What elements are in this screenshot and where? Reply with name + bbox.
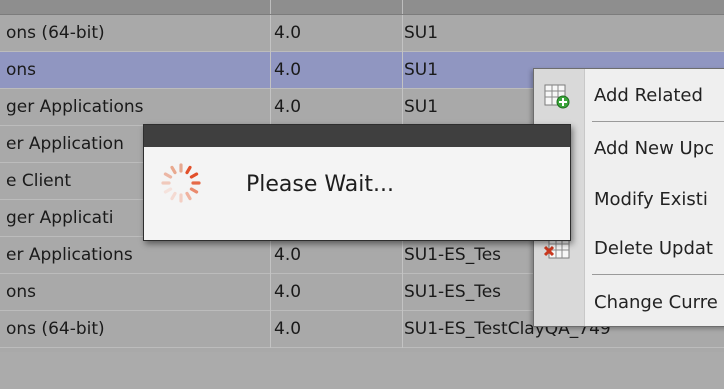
cell-name: ons (64-bit) bbox=[6, 23, 105, 43]
column-separator bbox=[270, 237, 271, 274]
table-header-strip bbox=[0, 0, 724, 15]
add-related-grid-icon bbox=[543, 82, 571, 110]
menu-divider bbox=[592, 121, 724, 122]
cell-version: 4.0 bbox=[274, 245, 302, 265]
cell-version: 4.0 bbox=[274, 282, 302, 302]
table-row[interactable]: ons (64-bit) 4.0 SU1 bbox=[0, 15, 724, 52]
cell-service-pack: SU1 bbox=[404, 23, 439, 43]
column-separator bbox=[402, 274, 403, 311]
please-wait-dialog: Please Wait... bbox=[143, 124, 571, 241]
menu-item-add-related[interactable]: Add Related bbox=[534, 73, 724, 119]
cell-version: 4.0 bbox=[274, 319, 302, 339]
column-separator bbox=[402, 237, 403, 274]
column-separator bbox=[270, 311, 271, 348]
column-separator bbox=[402, 52, 403, 89]
column-separator bbox=[270, 15, 271, 52]
cell-name: ons bbox=[6, 60, 37, 80]
column-separator bbox=[270, 52, 271, 89]
cell-name: ger Applications bbox=[6, 97, 144, 117]
cell-name: er Applications bbox=[6, 245, 133, 265]
header-separator bbox=[270, 0, 271, 14]
cell-version: 4.0 bbox=[274, 97, 302, 117]
menu-item-label: Modify Existi bbox=[594, 189, 708, 210]
menu-item-label: Add New Upc bbox=[594, 138, 715, 159]
cell-name: ons (64-bit) bbox=[6, 319, 105, 339]
menu-item-label: Change Curre bbox=[594, 292, 718, 313]
header-separator bbox=[402, 0, 403, 14]
cell-name: ons bbox=[6, 282, 37, 302]
menu-item-change-current[interactable]: Change Curre bbox=[534, 280, 724, 326]
dialog-titlebar bbox=[144, 125, 570, 147]
table-empty-area bbox=[0, 352, 724, 389]
column-separator bbox=[402, 311, 403, 348]
column-separator bbox=[402, 15, 403, 52]
loading-spinner-icon bbox=[158, 160, 204, 206]
menu-divider bbox=[592, 274, 724, 275]
column-separator bbox=[270, 274, 271, 311]
please-wait-message: Please Wait... bbox=[246, 172, 394, 197]
menu-item-label: Delete Updat bbox=[594, 238, 713, 259]
cell-version: 4.0 bbox=[274, 23, 302, 43]
cell-version: 4.0 bbox=[274, 60, 302, 80]
menu-item-label: Add Related bbox=[594, 85, 703, 106]
column-separator bbox=[270, 89, 271, 126]
column-separator bbox=[402, 89, 403, 126]
